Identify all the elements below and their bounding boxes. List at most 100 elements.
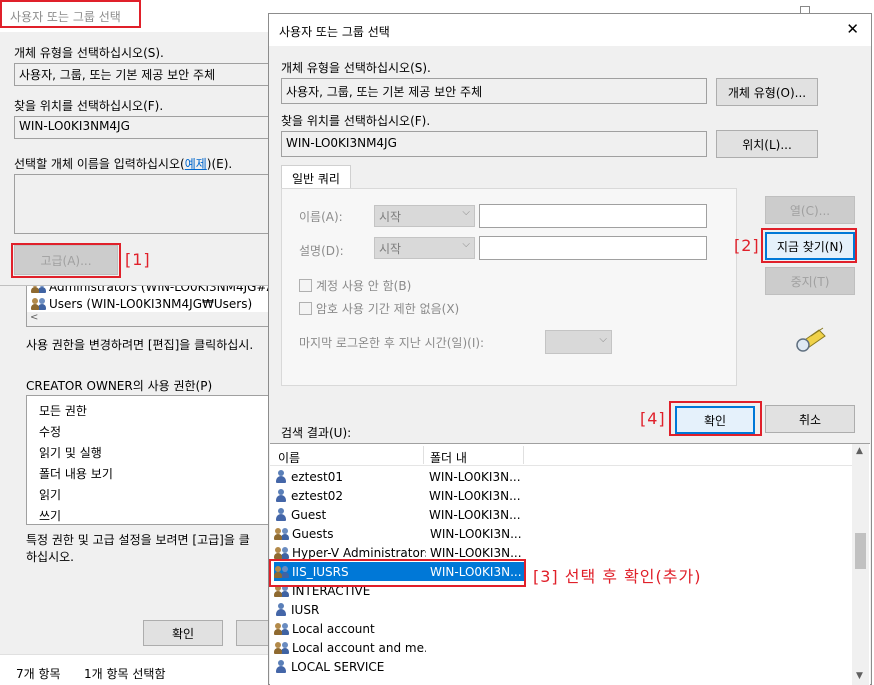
status-item-count: 7개 항목 bbox=[16, 667, 61, 681]
perm-ok-button[interactable]: 확인 bbox=[143, 620, 223, 646]
annotation-box-2 bbox=[761, 228, 857, 263]
chevron-down-icon: ⌵ bbox=[599, 334, 607, 345]
user-icon bbox=[274, 507, 288, 522]
user-icon bbox=[274, 469, 288, 484]
description-combo[interactable]: 시작 ⌵ bbox=[374, 237, 475, 259]
result-name: IUSR bbox=[291, 602, 320, 617]
scroll-down-icon[interactable]: ▼ bbox=[856, 671, 863, 681]
result-folder: WIN-LO0KI3N... bbox=[429, 507, 521, 522]
front-dialog-title: 사용자 또는 그룹 선택 bbox=[279, 25, 390, 39]
days-combo[interactable]: ⌵ bbox=[545, 330, 612, 354]
location-button[interactable]: 위치(L)... bbox=[716, 130, 818, 158]
result-folder: WIN-LO0KI3N... bbox=[430, 545, 522, 560]
col-header-folder[interactable]: 폴더 내 bbox=[430, 449, 467, 466]
name-input[interactable] bbox=[479, 204, 707, 228]
edit-hint: 사용 권한을 변경하려면 [편집]을 클릭하십시. bbox=[26, 338, 254, 352]
disabled-accounts-checkbox[interactable]: 계정 사용 안 함(B) bbox=[299, 277, 411, 294]
chevron-down-icon: ⌵ bbox=[462, 239, 470, 250]
front-object-type-label: 개체 유형을 선택하십시오(S). bbox=[281, 61, 431, 75]
object-type-label: 개체 유형을 선택하십시오(S). bbox=[14, 46, 164, 60]
location-label: 찾을 위치를 선택하십시오(F). bbox=[14, 99, 164, 113]
perm-row: 수정 bbox=[39, 425, 62, 439]
object-type-button[interactable]: 개체 유형(O)... bbox=[716, 78, 818, 106]
group-icon bbox=[31, 297, 47, 311]
result-name: Guest bbox=[291, 507, 327, 522]
result-name: Hyper-V Administrators bbox=[292, 545, 426, 560]
annotation-title-box bbox=[0, 0, 141, 28]
status-selected-count: 1개 항목 선택함 bbox=[84, 667, 166, 681]
perm-row: 모든 권한 bbox=[39, 404, 87, 418]
front-location-field: WIN-LO0KI3NM4JG bbox=[281, 131, 707, 157]
group-user-list[interactable]: Administrators (WIN-LO0KI3NM4JG#Admi Use… bbox=[26, 280, 297, 327]
search-results-label: 검색 결과(U): bbox=[281, 426, 352, 440]
name-combo[interactable]: 시작 ⌵ bbox=[374, 205, 475, 227]
location-field: WIN-LO0KI3NM4JG bbox=[14, 116, 274, 139]
examples-link[interactable]: 예제 bbox=[185, 157, 207, 171]
result-row[interactable]: eztest02 WIN-LO0KI3N... bbox=[274, 486, 524, 505]
names-textarea[interactable] bbox=[14, 174, 274, 234]
annotation-box-1 bbox=[11, 243, 121, 278]
scroll-up-icon[interactable]: ▲ bbox=[856, 446, 863, 456]
annotation-step-2: [2] bbox=[734, 236, 760, 255]
user-icon bbox=[274, 659, 288, 674]
group-icon bbox=[274, 641, 290, 655]
query-panel: 이름(A): 시작 ⌵ 설명(D): 시작 ⌵ 계정 사용 안 함(B) 암호 사용… bbox=[281, 188, 737, 386]
description-label: 설명(D): bbox=[299, 244, 344, 258]
object-type-field: 사용자, 그룹, 또는 기본 제공 보안 주체 bbox=[14, 63, 274, 86]
user-icon bbox=[274, 602, 288, 617]
days-since-logon-label: 마지막 로그온한 후 지난 시간(일)(I): bbox=[299, 336, 485, 350]
col-header-name[interactable]: 이름 bbox=[278, 449, 300, 466]
result-name: eztest01 bbox=[291, 469, 343, 484]
perm-row: 읽기 bbox=[39, 488, 62, 502]
result-row[interactable]: Local account and me... bbox=[274, 638, 524, 657]
columns-button[interactable]: 열(C)... bbox=[765, 196, 855, 224]
result-row[interactable]: Guest WIN-LO0KI3N... bbox=[274, 505, 524, 524]
user-icon bbox=[274, 488, 288, 503]
group-icon bbox=[274, 527, 290, 541]
result-name: Local account bbox=[292, 621, 375, 636]
special-hint: 특정 권한 및 고급 설정을 보려면 [고급]을 클 하십시오. bbox=[26, 533, 250, 564]
name-label: 이름(A): bbox=[299, 210, 343, 224]
cancel-button[interactable]: 취소 bbox=[765, 405, 855, 433]
permissions-list: 모든 권한 수정 읽기 및 실행 폴더 내용 보기 읽기 쓰기 bbox=[26, 395, 272, 525]
enter-names-label: 선택할 개체 이름을 입력하십시오(예제)(E). bbox=[14, 157, 233, 171]
result-row[interactable]: Local account bbox=[274, 619, 524, 638]
perm-row: 쓰기 bbox=[39, 509, 62, 523]
stop-button[interactable]: 중지(T) bbox=[765, 267, 855, 295]
permissions-label: CREATOR OWNER의 사용 권한(P) bbox=[26, 379, 213, 393]
result-row[interactable]: Guests WIN-LO0KI3N... bbox=[274, 524, 524, 543]
result-folder: WIN-LO0KI3N... bbox=[429, 488, 521, 503]
scroll-left-icon[interactable]: < bbox=[30, 312, 38, 323]
front-object-type-field: 사용자, 그룹, 또는 기본 제공 보안 주체 bbox=[281, 78, 707, 104]
horizontal-scrollbar[interactable]: < bbox=[27, 312, 271, 326]
result-folder: WIN-LO0KI3N... bbox=[430, 526, 522, 541]
perm-row: 폴더 내용 보기 bbox=[39, 467, 113, 481]
front-location-label: 찾을 위치를 선택하십시오(F). bbox=[281, 114, 431, 128]
status-bar: 7개 항목 1개 항목 선택함 bbox=[0, 654, 272, 685]
front-title-bar: 사용자 또는 그룹 선택 ✕ bbox=[269, 14, 871, 46]
scroll-thumb[interactable] bbox=[855, 533, 866, 569]
result-row[interactable]: IUSR bbox=[274, 600, 524, 619]
tab-general-query[interactable]: 일반 쿼리 bbox=[281, 165, 351, 189]
annotation-box-4 bbox=[669, 401, 762, 436]
annotation-step-3: [3] 선택 후 확인(추가) bbox=[533, 567, 702, 586]
annotation-step-4: [4] bbox=[640, 409, 666, 428]
result-row[interactable]: LOCAL SERVICE bbox=[274, 657, 524, 676]
result-name: Local account and me... bbox=[292, 640, 426, 655]
vertical-scrollbar[interactable]: ▲ ▼ bbox=[852, 444, 869, 685]
result-name: Guests bbox=[292, 526, 334, 541]
chevron-down-icon: ⌵ bbox=[462, 207, 470, 218]
result-name: LOCAL SERVICE bbox=[291, 659, 385, 674]
results-header: 이름 폴더 내 bbox=[270, 444, 852, 466]
result-row[interactable]: eztest01 WIN-LO0KI3N... bbox=[274, 467, 524, 486]
permissions-window: Administrators (WIN-LO0KI3NM4JG#Admi Use… bbox=[0, 280, 297, 685]
close-icon[interactable]: ✕ bbox=[846, 20, 859, 38]
no-expire-password-checkbox[interactable]: 암호 사용 기간 제한 없음(X) bbox=[299, 300, 459, 317]
result-name: eztest02 bbox=[291, 488, 343, 503]
annotation-step-1: [1] bbox=[125, 250, 151, 269]
description-input[interactable] bbox=[479, 236, 707, 260]
search-flashlight-icon bbox=[793, 324, 831, 352]
perm-row: 읽기 및 실행 bbox=[39, 446, 102, 460]
list-item[interactable]: Users (WIN-LO0KI3NM4JG₩Users) bbox=[31, 294, 252, 313]
group-icon bbox=[274, 622, 290, 636]
